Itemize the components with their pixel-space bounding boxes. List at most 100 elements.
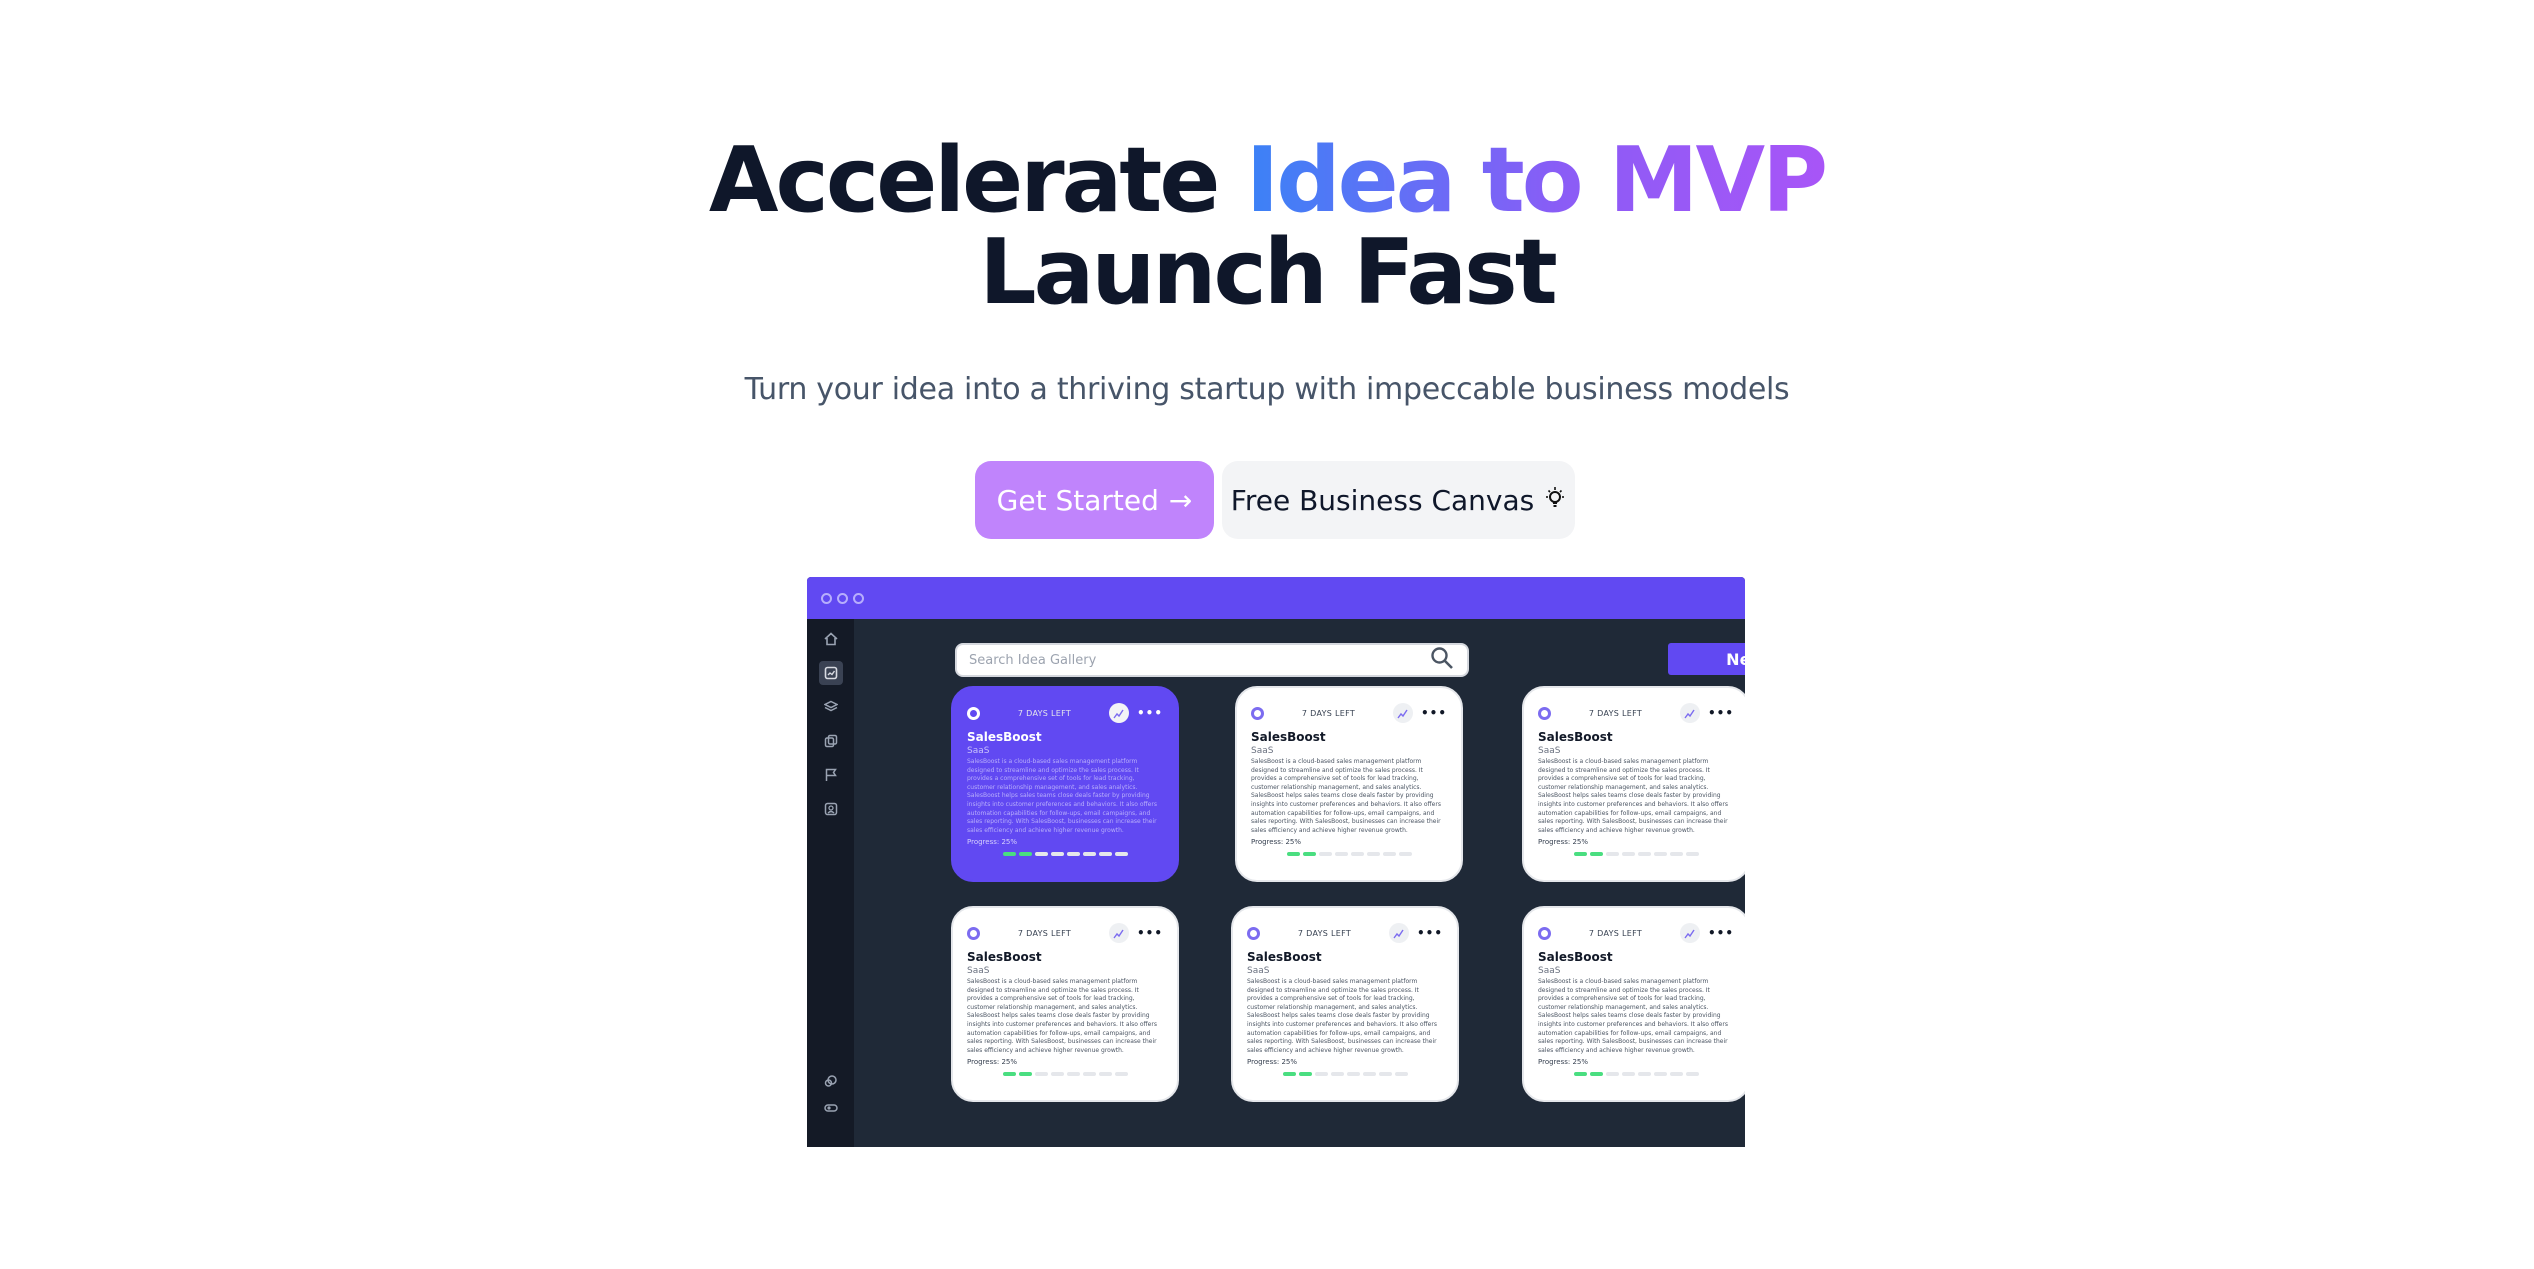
progress-segment (1018, 1072, 1032, 1076)
more-options-icon[interactable]: ••• (1417, 926, 1443, 940)
status-ring-icon (967, 926, 980, 940)
card-tag: SaaS (1538, 746, 1561, 756)
chart-icon[interactable] (1108, 703, 1129, 723)
card-progress-label: Progress: 25% (967, 1058, 1018, 1066)
card-actions: ••• (1108, 923, 1163, 943)
progress-segments (1538, 1072, 1734, 1076)
progress-segment (1589, 1072, 1603, 1076)
progress-segment (1685, 1072, 1699, 1076)
idea-card[interactable]: 7 DAYS LEFT ••• SalesBoost SaaS SalesBoost i… (951, 906, 1179, 1102)
progress-segment (1082, 852, 1096, 856)
get-started-button[interactable]: Get Started → (975, 461, 1214, 539)
idea-card[interactable]: 7 DAYS LEFT ••• SalesBoost SaaS SalesBoost i… (1231, 906, 1459, 1102)
card-header: 7 DAYS LEFT ••• (1251, 702, 1447, 724)
idea-card[interactable]: 7 DAYS LEFT ••• SalesBoost SaaS SalesBoost i… (951, 686, 1179, 882)
days-left-label: 7 DAYS LEFT (1297, 928, 1352, 938)
card-description: SalesBoost is a cloud-based sales manage… (1251, 758, 1441, 834)
lightbulb-icon (1544, 484, 1566, 517)
card-actions: ••• (1388, 923, 1443, 943)
more-options-icon[interactable]: ••• (1708, 706, 1734, 720)
more-options-icon[interactable]: ••• (1137, 926, 1163, 940)
card-progress-label: Progress: 25% (1251, 838, 1302, 846)
card-description: SalesBoost is a cloud-based sales manage… (967, 978, 1157, 1054)
idea-card[interactable]: 7 DAYS LEFT ••• SalesBoost SaaS SalesBoost i… (1522, 686, 1745, 882)
dashboard-icon[interactable] (819, 661, 843, 685)
progress-segment (1589, 852, 1603, 856)
progress-segment (1669, 852, 1683, 856)
idea-card[interactable]: 7 DAYS LEFT ••• SalesBoost SaaS SalesBoost i… (1522, 906, 1745, 1102)
arrow-right-icon: → (1168, 483, 1193, 517)
progress-segment (1669, 1072, 1683, 1076)
home-icon[interactable] (819, 627, 843, 651)
window-titlebar (807, 577, 1745, 619)
status-ring-icon (967, 706, 980, 720)
more-options-icon[interactable]: ••• (1137, 706, 1163, 720)
more-options-icon[interactable]: ••• (1421, 706, 1447, 720)
card-tag: SaaS (1247, 966, 1270, 976)
card-title: SalesBoost (1251, 730, 1326, 744)
free-business-canvas-button[interactable]: Free Business Canvas (1222, 461, 1575, 539)
more-options-icon[interactable]: ••• (1708, 926, 1734, 940)
progress-segment (1066, 1072, 1080, 1076)
progress-segment (1050, 1072, 1064, 1076)
chart-icon[interactable] (1392, 703, 1413, 723)
progress-segment (1050, 852, 1064, 856)
window-dot-icon (837, 593, 848, 604)
status-ring-icon (1538, 706, 1551, 720)
card-title: SalesBoost (1538, 730, 1613, 744)
progress-segment (1685, 852, 1699, 856)
progress-segment (1653, 1072, 1667, 1076)
card-description: SalesBoost is a cloud-based sales manage… (967, 758, 1157, 834)
window-dot-icon (821, 593, 832, 604)
card-description: SalesBoost is a cloud-based sales manage… (1538, 758, 1728, 834)
progress-segment (1282, 1072, 1296, 1076)
status-ring-icon (1538, 926, 1551, 940)
progress-segment (1398, 852, 1412, 856)
card-description: SalesBoost is a cloud-based sales manage… (1538, 978, 1728, 1054)
progress-segment (1573, 1072, 1587, 1076)
flag-icon[interactable] (819, 763, 843, 787)
card-header: 7 DAYS LEFT ••• (1247, 922, 1443, 944)
card-actions: ••• (1108, 703, 1163, 723)
hero-headline: Accelerate Idea to MVP Launch Fast (0, 135, 2534, 319)
progress-segment (1378, 1072, 1392, 1076)
days-left-label: 7 DAYS LEFT (1017, 928, 1072, 938)
progress-segment (1082, 1072, 1096, 1076)
progress-segment (1018, 852, 1032, 856)
days-left-label: 7 DAYS LEFT (1017, 708, 1072, 718)
toggle-icon[interactable] (819, 1096, 843, 1120)
copy-icon[interactable] (819, 729, 843, 753)
progress-segment (1002, 852, 1016, 856)
card-actions: ••• (1679, 703, 1734, 723)
progress-segment (1637, 852, 1651, 856)
progress-segments (967, 1072, 1163, 1076)
card-actions: ••• (1679, 923, 1734, 943)
cloud-icon[interactable] (819, 1069, 843, 1093)
chart-icon[interactable] (1108, 923, 1129, 943)
progress-segments (1538, 852, 1734, 856)
card-progress-label: Progress: 25% (1247, 1058, 1298, 1066)
progress-segments (1247, 1072, 1443, 1076)
chart-icon[interactable] (1679, 923, 1700, 943)
layers-icon[interactable] (819, 695, 843, 719)
progress-segment (1350, 852, 1364, 856)
progress-segments (967, 852, 1163, 856)
progress-segment (1394, 1072, 1408, 1076)
days-left-label: 7 DAYS LEFT (1301, 708, 1356, 718)
idea-gallery: Search Idea Gallery New Idea 7 DAYS LEFT… (854, 619, 1745, 1147)
hero-subtitle: Turn your idea into a thriving startup w… (744, 372, 1790, 407)
progress-segment (1114, 852, 1128, 856)
card-header: 7 DAYS LEFT ••• (1538, 702, 1734, 724)
progress-segment (1621, 852, 1635, 856)
progress-segment (1366, 852, 1380, 856)
headline-start: Accelerate (708, 128, 1246, 233)
days-left-label: 7 DAYS LEFT (1588, 708, 1643, 718)
card-progress-label: Progress: 25% (1538, 838, 1589, 846)
chart-icon[interactable] (1679, 703, 1700, 723)
profile-icon[interactable] (819, 797, 843, 821)
chart-icon[interactable] (1388, 923, 1409, 943)
idea-card[interactable]: 7 DAYS LEFT ••• SalesBoost SaaS SalesBoost i… (1235, 686, 1463, 882)
card-description: SalesBoost is a cloud-based sales manage… (1247, 978, 1437, 1054)
headline-highlight: Idea to MVP (1245, 128, 1828, 233)
card-header: 7 DAYS LEFT ••• (1538, 922, 1734, 944)
